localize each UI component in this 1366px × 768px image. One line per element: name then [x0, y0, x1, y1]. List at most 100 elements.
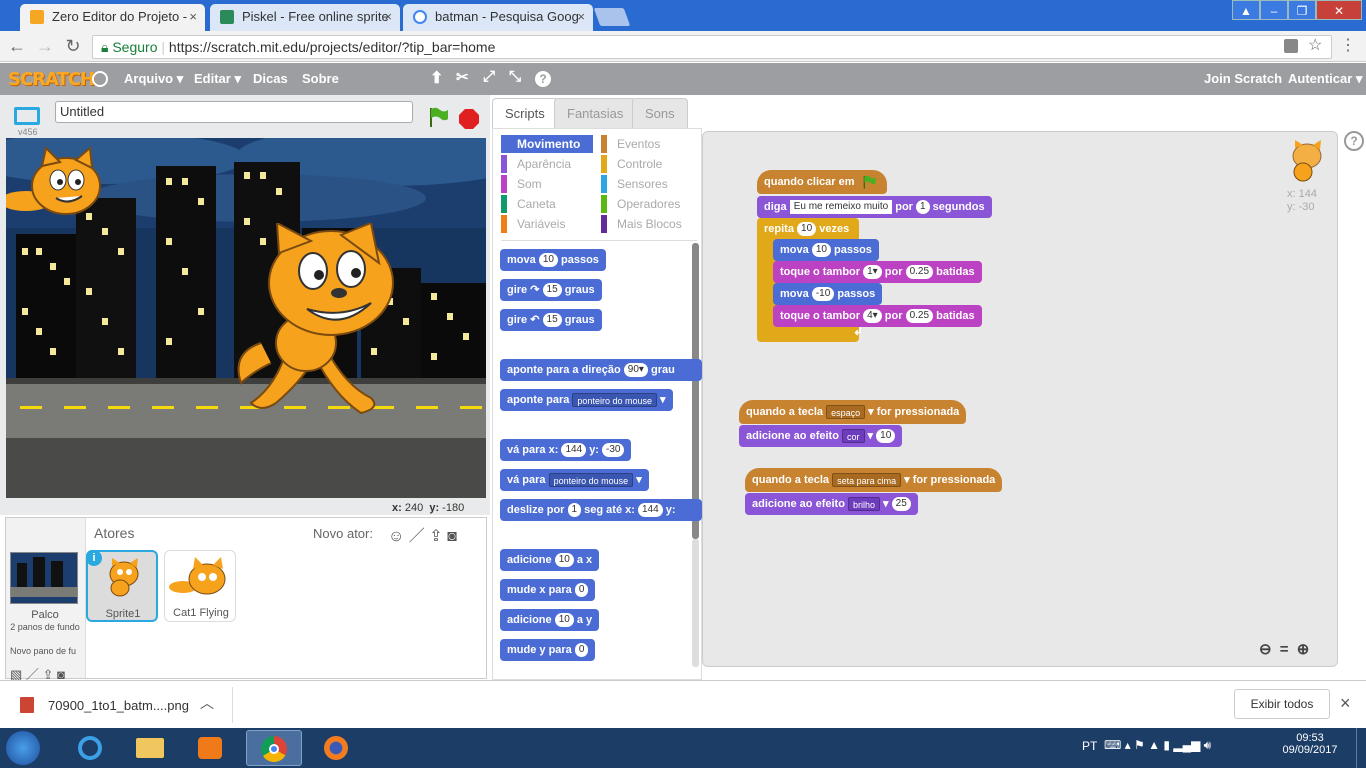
palette-change-y-block[interactable]: adicione 10 a y: [500, 609, 600, 631]
grow-icon[interactable]: ⤢: [483, 68, 495, 85]
close-icon[interactable]: ×: [189, 9, 197, 24]
help-tips-icon[interactable]: ?: [1344, 131, 1364, 151]
language-globe-icon[interactable]: [92, 71, 108, 87]
say-for-secs-block[interactable]: diga Eu me remeixo muito por 1 segundos: [757, 196, 992, 218]
help-icon[interactable]: ?: [535, 71, 551, 87]
firefox-icon[interactable]: [308, 730, 364, 766]
zoom-reset-icon[interactable]: =: [1280, 641, 1289, 658]
hat-when-key-pressed[interactable]: quando a tecla seta para cima ▾ for pres…: [745, 468, 1003, 492]
close-icon[interactable]: ×: [577, 9, 585, 24]
category-sensores[interactable]: Sensores: [601, 175, 693, 193]
join-scratch-link[interactable]: Join Scratch: [1204, 71, 1282, 86]
palette-goto-block[interactable]: vá para ponteiro do mouse ▾: [500, 469, 649, 491]
zoom-in-icon[interactable]: ⊕: [1297, 641, 1310, 658]
bookmark-star-icon[interactable]: ☆: [1308, 35, 1322, 55]
change-effect-block[interactable]: adicione ao efeito brilho ▾ 25: [745, 493, 918, 515]
hat-when-key-pressed[interactable]: quando a tecla espaço ▾ for pressionada: [739, 400, 967, 424]
start-button[interactable]: [6, 731, 40, 765]
tab-scripts[interactable]: Scripts: [492, 98, 558, 128]
download-filename[interactable]: 70900_1to1_batm....png: [48, 698, 189, 713]
show-all-downloads-button[interactable]: Exibir todos: [1234, 689, 1330, 719]
sprite-thumb-cat1-flying[interactable]: Cat1 Flying: [164, 550, 236, 622]
palette-move-block[interactable]: mova 10 passos: [500, 249, 606, 271]
battery-icon[interactable]: ▮: [1163, 738, 1170, 752]
cut-scissors-icon[interactable]: ✂: [456, 68, 469, 86]
paint-brush-icon[interactable]: ／: [409, 528, 425, 545]
palette-point-direction-block[interactable]: aponte para a direção 90▾ grau: [500, 359, 702, 381]
tab-costumes[interactable]: Fantasias: [554, 98, 637, 128]
forward-icon[interactable]: →: [34, 36, 56, 58]
palette-set-x-block[interactable]: mude x para 0: [500, 579, 596, 601]
media-player-icon[interactable]: [182, 730, 238, 766]
explorer-folder-icon[interactable]: [122, 730, 178, 766]
category-aparência[interactable]: Aparência: [501, 155, 593, 173]
flying-cat-sprite[interactable]: [6, 146, 116, 221]
script-area[interactable]: x: 144 y: -30 quando clicar em diga Eu m…: [702, 131, 1338, 667]
stop-sign-icon[interactable]: [458, 108, 480, 130]
hat-when-flag-clicked[interactable]: quando clicar em: [757, 170, 887, 194]
stage-thumbnail[interactable]: [10, 552, 78, 604]
reload-icon[interactable]: ↻: [62, 36, 84, 58]
green-flag-icon[interactable]: [426, 105, 450, 129]
menu-editar[interactable]: Editar ▾: [194, 71, 241, 87]
clock[interactable]: 09:53 09/09/2017: [1280, 732, 1340, 756]
back-icon[interactable]: ←: [6, 36, 28, 58]
scratch-logo[interactable]: SCRATCH: [8, 69, 95, 90]
menu-dicas[interactable]: Dicas: [253, 71, 288, 86]
sprite-thumb-sprite1[interactable]: i Sprite1: [86, 550, 158, 622]
camera-icon[interactable]: ◙: [447, 528, 457, 545]
ie-icon[interactable]: [62, 730, 118, 766]
move-steps-block[interactable]: mova -10 passos: [773, 283, 883, 305]
close-icon[interactable]: ×: [384, 9, 392, 24]
category-controle[interactable]: Controle: [601, 155, 693, 173]
palette-turn-left-block[interactable]: gire ↶ 15 graus: [500, 309, 602, 331]
upload-sprite-icon[interactable]: ⇪: [429, 528, 442, 545]
close-download-bar-icon[interactable]: ×: [1340, 693, 1351, 714]
translate-icon[interactable]: [1284, 39, 1298, 53]
palette-turn-right-block[interactable]: gire ↷ 15 graus: [500, 279, 602, 301]
browser-tab-piskel[interactable]: Piskel - Free online sprite ×: [210, 4, 400, 31]
fullscreen-icon[interactable]: [14, 107, 40, 125]
avast-icon[interactable]: ▲: [1148, 738, 1160, 752]
window-close-button[interactable]: ✕: [1316, 0, 1362, 20]
category-variáveis[interactable]: Variáveis: [501, 215, 593, 233]
category-eventos[interactable]: Eventos: [601, 135, 693, 153]
palette-goto-xy-block[interactable]: vá para x: 144 y: -30: [500, 439, 632, 461]
new-tab-button[interactable]: [593, 8, 631, 26]
menu-arquivo[interactable]: Arquivo ▾: [124, 71, 183, 87]
signin-link[interactable]: Autenticar ▾: [1288, 71, 1362, 87]
show-hidden-icons-icon[interactable]: ▴: [1125, 738, 1131, 752]
palette-point-towards-block[interactable]: aponte para ponteiro do mouse ▾: [500, 389, 673, 411]
play-drum-block[interactable]: toque o tambor 4▾ por 0.25 batidas: [773, 305, 982, 327]
zoom-out-icon[interactable]: ⊖: [1259, 641, 1272, 658]
category-mais-blocos[interactable]: Mais Blocos: [601, 215, 693, 233]
shrink-icon[interactable]: ⤡: [509, 68, 521, 85]
repeat-block-header[interactable]: repita 10 vezes: [757, 218, 857, 240]
sprite-library-icon[interactable]: ☺: [388, 528, 404, 545]
palette-set-y-block[interactable]: mude y para 0: [500, 639, 596, 661]
user-icon[interactable]: ▲: [1232, 0, 1260, 20]
cat-sprite[interactable]: [221, 223, 411, 418]
language-indicator[interactable]: PT: [1082, 739, 1097, 753]
category-movimento[interactable]: Movimento: [501, 135, 593, 153]
category-operadores[interactable]: Operadores: [601, 195, 693, 213]
flag-icon[interactable]: ⚑: [1134, 738, 1145, 752]
chrome-menu-icon[interactable]: ⋮: [1340, 35, 1356, 55]
move-steps-block[interactable]: mova 10 passos: [773, 239, 879, 261]
menu-sobre[interactable]: Sobre: [302, 71, 339, 86]
maximize-button[interactable]: ❐: [1288, 0, 1316, 20]
play-drum-block[interactable]: toque o tambor 1▾ por 0.25 batidas: [773, 261, 982, 283]
info-icon[interactable]: i: [86, 550, 102, 566]
keyboard-icon[interactable]: ⌨: [1104, 738, 1121, 752]
chrome-taskbar-icon[interactable]: [246, 730, 302, 766]
stage-canvas[interactable]: [6, 138, 486, 498]
duplicate-stamp-icon[interactable]: ⬆: [430, 68, 443, 88]
chevron-up-icon[interactable]: ︿: [200, 693, 214, 713]
tab-sounds[interactable]: Sons: [632, 98, 688, 128]
volume-icon[interactable]: 🔊︎: [1204, 738, 1212, 752]
url-bar[interactable]: 🔒︎ Seguro | https://scratch.mit.edu/proj…: [92, 35, 1332, 59]
browser-tab-google[interactable]: batman - Pesquisa Goog ×: [403, 4, 593, 31]
category-caneta[interactable]: Caneta: [501, 195, 593, 213]
palette-scrollbar[interactable]: [692, 243, 699, 539]
signal-icon[interactable]: ▂▄▆: [1173, 738, 1200, 752]
